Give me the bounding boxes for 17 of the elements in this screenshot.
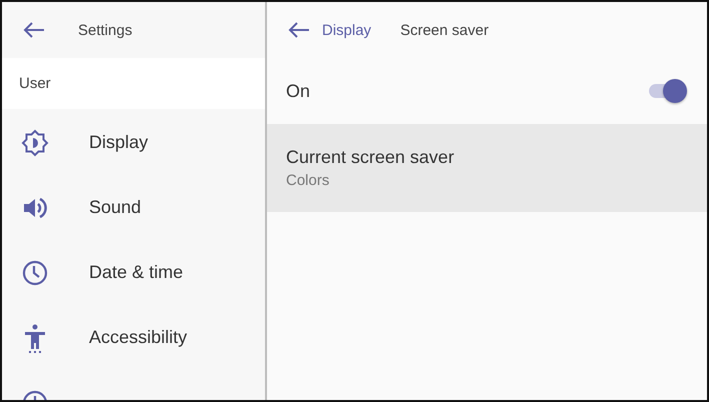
settings-item[interactable]: Sound [89, 197, 142, 218]
setting-row[interactable]: Current screen saver Colors [267, 124, 707, 212]
setting-value: Colors [286, 172, 330, 189]
back-arrow-icon[interactable] [288, 22, 310, 38]
setting-label: On [286, 80, 310, 102]
settings-item[interactable]: Accessibility [89, 327, 188, 348]
settings-title: Settings [78, 22, 132, 38]
back-arrow-icon[interactable] [23, 22, 45, 38]
breadcrumb-link[interactable]: Display [322, 22, 372, 38]
page-title: Screen saver [400, 22, 489, 38]
settings-item[interactable]: Date & time [89, 262, 184, 283]
user-section-header: User [2, 58, 265, 109]
settings-item[interactable]: Display [89, 132, 148, 153]
brightness-icon [21, 129, 49, 157]
toggle-switch[interactable] [647, 78, 687, 104]
clock-icon [21, 259, 49, 287]
setting-label: Current screen saver [286, 147, 456, 168]
